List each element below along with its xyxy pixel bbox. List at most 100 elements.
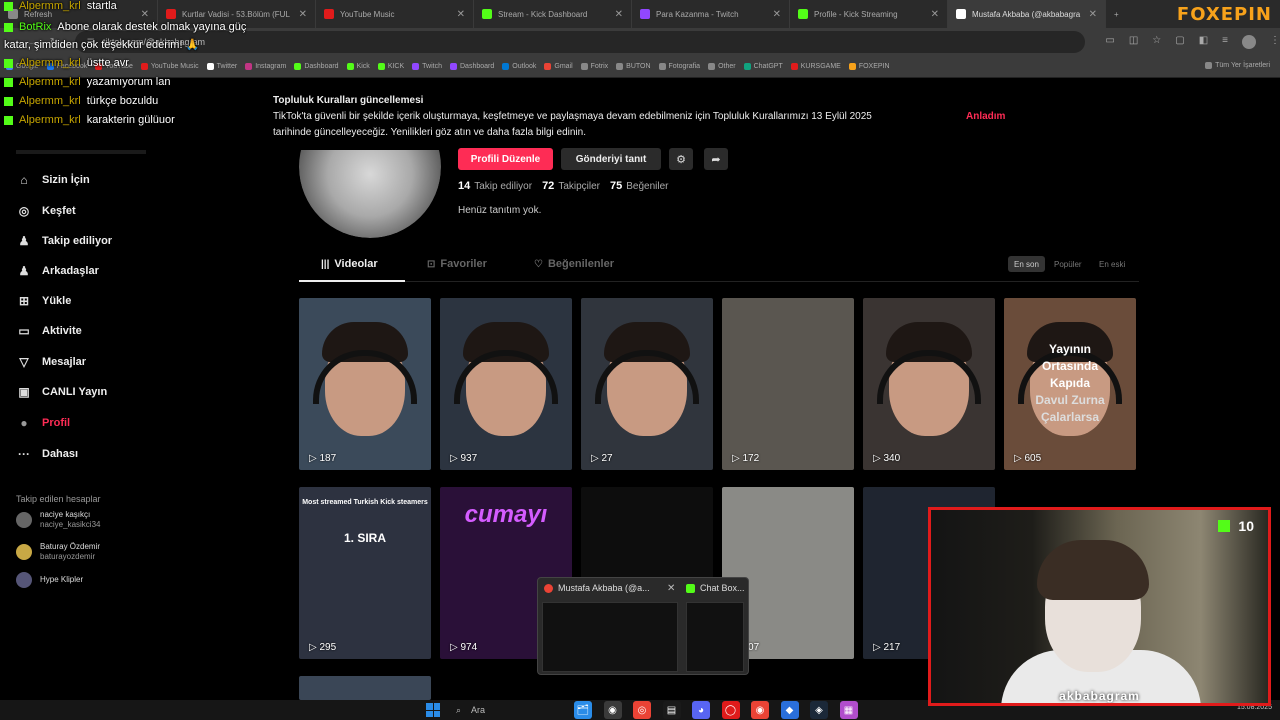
browser-tab[interactable]: Para Kazanma - Twitch ✕	[632, 0, 790, 28]
sidepanel-icon[interactable]: ◧	[1199, 35, 1208, 49]
taskbar-app-icon[interactable]: ◉	[603, 701, 622, 719]
translate-icon[interactable]: ◫	[1129, 35, 1138, 49]
taskbar-app-icon[interactable]: ▤	[662, 701, 681, 719]
bookmark-item[interactable]: ChatGPT	[743, 63, 783, 70]
taskbar-app-icon[interactable]: ◕	[692, 701, 710, 719]
sidebar-item-profile[interactable]: ● Profil	[16, 413, 70, 433]
profile-avatar-icon[interactable]	[1241, 35, 1256, 49]
bookmark-item[interactable]: FOXEPIN	[848, 63, 890, 70]
preview-thumbnail-1[interactable]	[542, 602, 678, 672]
sidebar-item-activity[interactable]: ▭ Aktivite	[16, 321, 81, 341]
tab-favorites[interactable]: ⊡ Favoriler	[427, 258, 487, 270]
followers-stat[interactable]: 72 Takipçiler	[542, 180, 600, 192]
close-icon[interactable]: ✕	[141, 9, 149, 20]
close-icon[interactable]: ✕	[615, 9, 623, 20]
new-tab-icon[interactable]: +	[1106, 0, 1130, 28]
sidebar-item-more[interactable]: ··· Dahası	[16, 444, 78, 464]
following-stat[interactable]: 14 Takip ediliyor	[458, 180, 532, 192]
taskbar-app-icon[interactable]: ◈	[810, 701, 828, 719]
kick-icon	[4, 96, 13, 106]
sidebar-item-live[interactable]: ▣ CANLI Yayın	[16, 382, 107, 402]
tab-videos[interactable]: ||| Videolar	[321, 258, 378, 270]
taskbar-app-icon[interactable]: ▦	[839, 701, 858, 719]
media-icon[interactable]: ≡	[1222, 35, 1228, 49]
taskbar-app-icon[interactable]: ◯	[721, 701, 740, 719]
close-icon[interactable]: ✕	[299, 9, 307, 20]
followed-account[interactable]: Baturay Özdemir baturayozdemir	[16, 542, 100, 562]
video-thumbnail[interactable]: Most streamed Turkish Kick steamers 1. SI…	[299, 487, 431, 659]
edit-profile-button[interactable]: Profili Düzenle	[458, 148, 553, 170]
taskbar-search[interactable]: ⌕ Ara	[456, 702, 576, 718]
bookmark-item[interactable]: Twitter	[206, 63, 237, 70]
sidebar-item-following[interactable]: ♟ Takip ediliyor	[16, 231, 112, 251]
bookmark-item[interactable]: Instagram	[245, 63, 286, 70]
notice-dismiss-link[interactable]: Anladım	[966, 109, 1005, 125]
video-thumbnail[interactable]: ▷ 187	[299, 298, 431, 470]
sidebar-item-home[interactable]: ⌂ Sizin İçin	[16, 170, 89, 190]
promote-post-button[interactable]: Gönderiyi tanıt	[561, 148, 661, 170]
tab-title: Para Kazanma - Twitch	[656, 9, 739, 19]
bookmark-star-icon[interactable]: ☆	[1152, 35, 1161, 49]
bookmark-favicon-icon	[412, 63, 420, 70]
bookmark-item[interactable]: Tüm Yer İşaretleri	[1205, 62, 1270, 69]
bookmark-item[interactable]: Dashboard	[450, 63, 494, 70]
bookmark-item[interactable]: Dashboard	[294, 63, 339, 70]
share-icon[interactable]: ➦	[704, 148, 728, 170]
menu-icon[interactable]: ⋮	[1270, 35, 1280, 49]
sort-latest[interactable]: En son	[1008, 256, 1045, 272]
preview-close-icon[interactable]: ✕	[667, 583, 675, 594]
browser-tab[interactable]: Profile - Kick Streaming ✕	[790, 0, 948, 28]
settings-icon[interactable]: ⚙	[669, 148, 693, 170]
url-field[interactable]: ☰ tiktok.com/@akbabagram	[74, 31, 1086, 53]
preview-title-1[interactable]: Mustafa Akbaba (@a...	[544, 583, 650, 593]
bookmark-item[interactable]: Kick	[346, 63, 370, 70]
profile-avatar[interactable]	[299, 150, 441, 238]
sort-popular[interactable]: Popüler	[1048, 256, 1088, 272]
taskbar-app-icon[interactable]: ◆	[780, 701, 799, 719]
browser-tab[interactable]: Stream - Kick Dashboard ✕	[474, 0, 632, 28]
streamer-hair	[1037, 540, 1149, 600]
bookmark-favicon-icon	[294, 63, 302, 70]
close-icon[interactable]: ✕	[931, 9, 939, 20]
bookmark-label: Tüm Yer İşaretleri	[1215, 62, 1270, 69]
close-icon[interactable]: ✕	[773, 9, 781, 20]
sidebar-item-friends[interactable]: ♟ Arkadaşlar	[16, 261, 99, 281]
taskbar-app-icon[interactable]: ◎	[633, 701, 651, 719]
bookmark-item[interactable]: KICK	[377, 63, 404, 70]
browser-tab[interactable]: YouTube Music ✕	[316, 0, 474, 28]
taskbar-app-icon[interactable]: 🗂	[574, 701, 592, 719]
sidebar-item-messages[interactable]: ▽ Mesajlar	[16, 352, 86, 372]
preview-thumbnail-2[interactable]	[686, 602, 744, 672]
bookmark-item[interactable]: YouTube Music	[140, 63, 199, 70]
video-thumbnail[interactable]: Yayının Ortasında Kapıda Davul Zurna Çalarla…	[1004, 298, 1136, 470]
followed-account[interactable]: Hype Klipler	[16, 572, 83, 588]
bookmark-favicon-icon	[544, 63, 552, 70]
bookmark-item[interactable]: Gmail	[544, 63, 573, 70]
sidebar-item-compass[interactable]: ◎ Keşfet	[16, 201, 76, 221]
bookmark-item[interactable]: Fotografia	[658, 63, 700, 70]
video-thumbnail[interactable]: ▷ 27	[581, 298, 713, 470]
sort-oldest[interactable]: En eski	[1093, 256, 1131, 272]
video-thumbnail[interactable]: ▷ 340	[863, 298, 995, 470]
bookmark-item[interactable]: Twitch	[412, 63, 442, 70]
video-thumbnail[interactable]: ▷ 937	[440, 298, 572, 470]
bookmark-item[interactable]: BUTON	[616, 63, 651, 70]
sidebar-item-upload[interactable]: ⊞ Yükle	[16, 291, 71, 311]
extensions-icon[interactable]: ▢	[1175, 35, 1184, 49]
video-thumbnail[interactable]	[299, 676, 431, 700]
browser-tab[interactable]: Mustafa Akbaba (@akbabagra ✕	[948, 0, 1106, 28]
close-icon[interactable]: ✕	[1089, 9, 1097, 20]
taskbar-app-icon[interactable]: ◉	[751, 701, 769, 719]
close-icon[interactable]: ✕	[457, 9, 465, 20]
tab-liked[interactable]: ♡ Beğenilenler	[534, 258, 614, 270]
account-name-block: Hype Klipler	[40, 575, 83, 585]
bookmark-item[interactable]: Fotrix	[580, 63, 608, 70]
bookmark-item[interactable]: KURSGAME	[790, 63, 841, 70]
followed-account[interactable]: naciye kaşıkçı naciye_kasikci34	[16, 510, 100, 530]
preview-title-2[interactable]: Chat Box...	[686, 583, 745, 593]
windows-start-icon[interactable]	[426, 703, 440, 717]
cast-icon[interactable]: ▭	[1105, 35, 1114, 49]
bookmark-item[interactable]: Other	[708, 63, 736, 70]
video-thumbnail[interactable]: ▷ 172	[722, 298, 854, 470]
bookmark-item[interactable]: Outlook	[502, 63, 536, 70]
